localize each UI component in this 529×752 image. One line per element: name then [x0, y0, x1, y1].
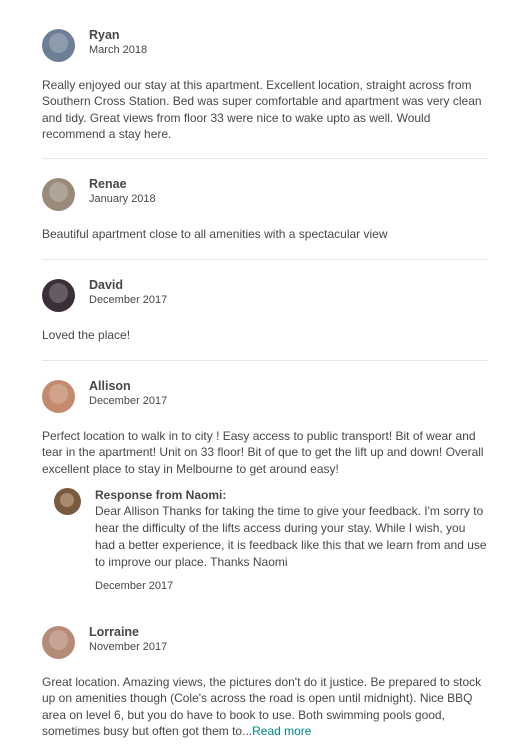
host-avatar[interactable]: [54, 488, 81, 515]
review-text: Loved the place!: [42, 328, 131, 342]
reviewer-name[interactable]: Ryan: [89, 28, 120, 42]
review-header: David December 2017: [42, 278, 488, 319]
reviewer-name[interactable]: Lorraine: [89, 625, 139, 639]
reviews-list: Ryan March 2018 Really enjoyed our stay …: [0, 0, 529, 752]
avatar[interactable]: [42, 626, 75, 659]
review-date: December 2017: [89, 395, 168, 407]
reviewer-name[interactable]: Allison: [89, 379, 131, 393]
read-more-link[interactable]: Read more: [252, 724, 311, 738]
avatar[interactable]: [42, 178, 75, 211]
divider: [42, 259, 488, 260]
avatar[interactable]: [42, 279, 75, 312]
review-text: Beautiful apartment close to all ameniti…: [42, 227, 388, 241]
reviewer-name[interactable]: Renae: [89, 177, 127, 191]
reviewer-name[interactable]: David: [89, 278, 123, 292]
review-header: Renae January 2018: [42, 177, 488, 218]
review-header: Lorraine November 2017: [42, 625, 488, 666]
review-item: Renae January 2018 Beautiful apartment c…: [42, 177, 488, 242]
review-date: December 2017: [89, 294, 168, 306]
review-text: Really enjoyed our stay at this apartmen…: [42, 78, 482, 142]
divider: [42, 158, 488, 159]
divider: [42, 360, 488, 361]
review-item: Allison December 2017 Perfect location t…: [42, 379, 488, 477]
review-date: November 2017: [89, 641, 168, 653]
avatar[interactable]: [42, 29, 75, 62]
response-title: Response from Naomi:: [95, 488, 227, 502]
review-item: Lorraine November 2017 Great location. A…: [42, 625, 488, 740]
response-text: Dear Allison Thanks for taking the time …: [95, 504, 487, 569]
review-item: David December 2017 Loved the place!: [42, 278, 488, 343]
review-date: January 2018: [89, 193, 156, 205]
review-text-container: Great location. Amazing views, the pictu…: [42, 674, 488, 740]
response-date: December 2017: [95, 580, 174, 592]
review-text: Perfect location to walk in to city ! Ea…: [42, 429, 484, 476]
review-header: Allison December 2017: [42, 379, 488, 420]
review-header: Ryan March 2018: [42, 28, 488, 69]
review-date: March 2018: [89, 44, 148, 56]
avatar[interactable]: [42, 380, 75, 413]
review-item: Ryan March 2018 Really enjoyed our stay …: [42, 28, 488, 143]
